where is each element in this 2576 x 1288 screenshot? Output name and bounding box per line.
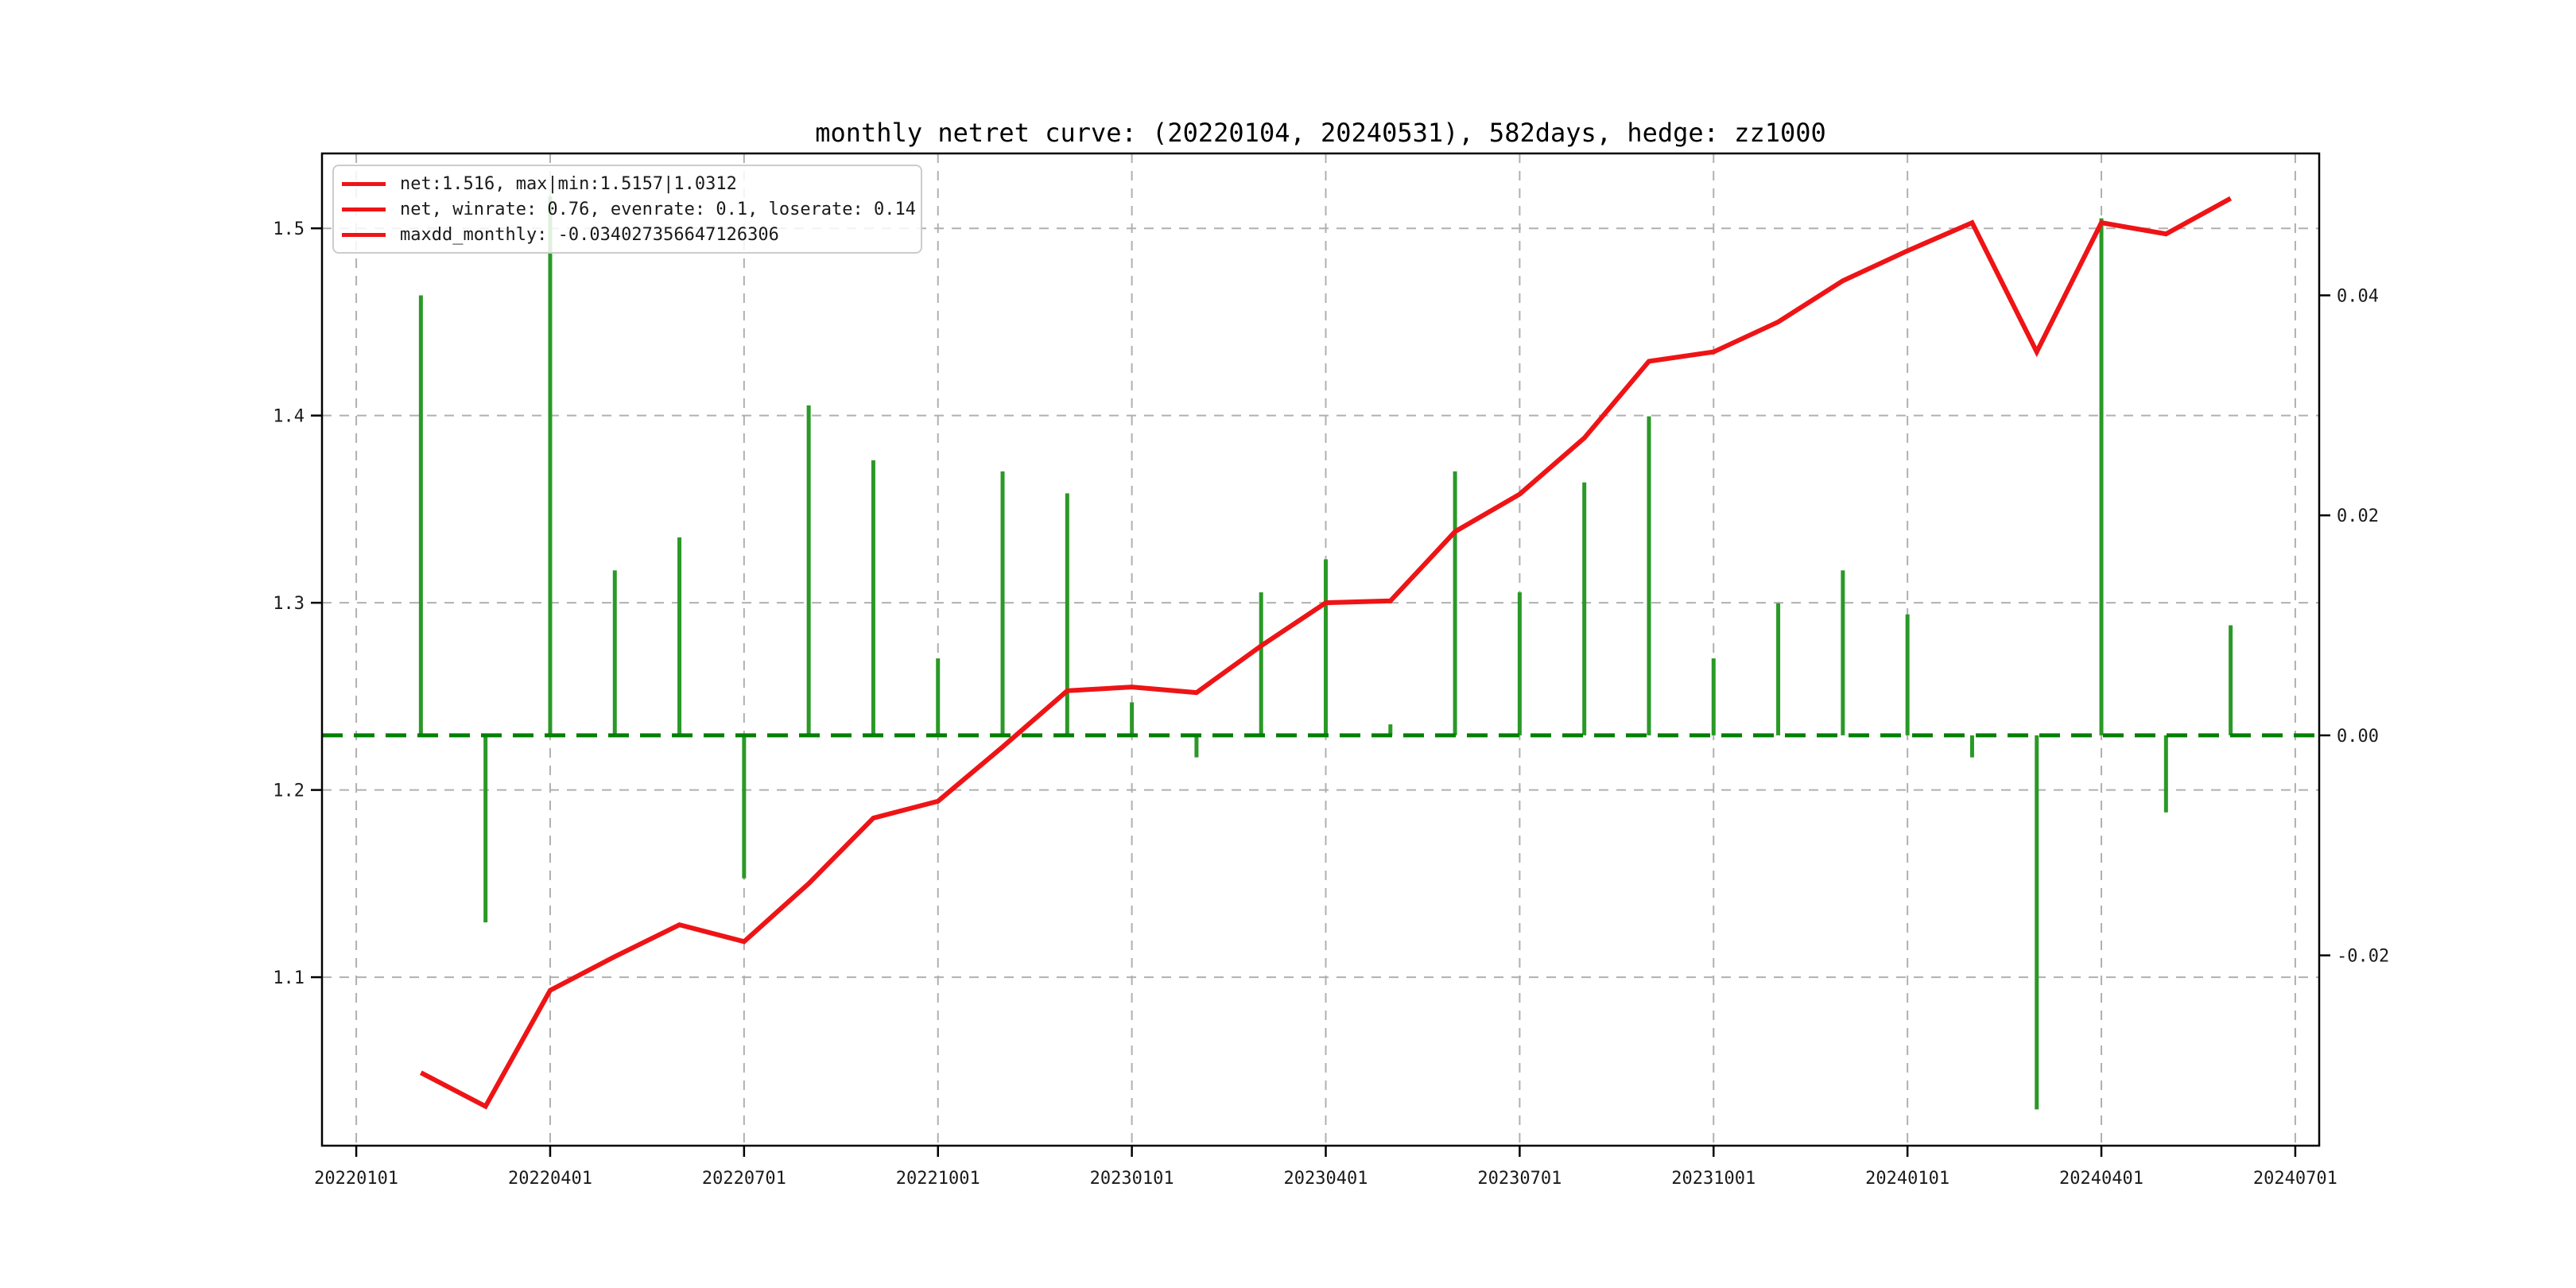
svg-text:20240701: 20240701 [2253, 1169, 2337, 1189]
net-line-swatch [342, 233, 386, 237]
legend-item-maxdd: maxdd_monthly: -0.034027356647126306 [334, 222, 921, 247]
axes-spines [322, 153, 2319, 1146]
legend-label: maxdd_monthly: -0.034027356647126306 [400, 225, 779, 245]
legend-label: net:1.516, max|min:1.5157|1.0312 [400, 174, 737, 194]
legend-item-winrate: net, winrate: 0.76, evenrate: 0.1, loser… [334, 196, 921, 222]
svg-text:20221001: 20221001 [896, 1169, 980, 1189]
legend-item-net: net:1.516, max|min:1.5157|1.0312 [334, 171, 921, 196]
svg-text:1.2: 1.2 [273, 782, 305, 801]
legend-box: net:1.516, max|min:1.5157|1.0312 net, wi… [332, 165, 922, 254]
net-line-swatch [342, 182, 386, 186]
svg-text:20220401: 20220401 [508, 1169, 592, 1189]
svg-text:1.5: 1.5 [273, 219, 305, 239]
legend-label: net, winrate: 0.76, evenrate: 0.1, loser… [400, 200, 916, 219]
svg-text:1.3: 1.3 [273, 594, 305, 614]
svg-text:20240401: 20240401 [2059, 1169, 2143, 1189]
svg-text:0.00: 0.00 [2337, 727, 2379, 747]
svg-text:0.04: 0.04 [2337, 286, 2379, 306]
svg-text:20230701: 20230701 [1477, 1169, 1562, 1189]
svg-text:20240101: 20240101 [1865, 1169, 1949, 1189]
x-axis-tick-labels: 20220101 20220401 20220701 20221001 20230101… [314, 1169, 2337, 1189]
svg-text:-0.02: -0.02 [2337, 947, 2389, 967]
left-axis-tick-labels: 1.1 1.2 1.3 1.4 1.5 [273, 219, 305, 988]
svg-text:0.02: 0.02 [2337, 506, 2379, 526]
svg-text:1.1: 1.1 [273, 968, 305, 988]
gridlines [322, 153, 2319, 1146]
svg-text:20231001: 20231001 [1671, 1169, 1755, 1189]
figure-canvas: monthly netret curve: (20220104, 2024053… [0, 0, 2576, 1288]
svg-text:20230101: 20230101 [1090, 1169, 1174, 1189]
svg-text:20220101: 20220101 [314, 1169, 398, 1189]
svg-text:20220701: 20220701 [702, 1169, 786, 1189]
right-axis-tick-labels: -0.02 0.00 0.02 0.04 [2337, 286, 2389, 966]
svg-text:1.4: 1.4 [273, 407, 305, 427]
net-line-swatch [342, 208, 386, 211]
svg-text:20230401: 20230401 [1284, 1169, 1368, 1189]
